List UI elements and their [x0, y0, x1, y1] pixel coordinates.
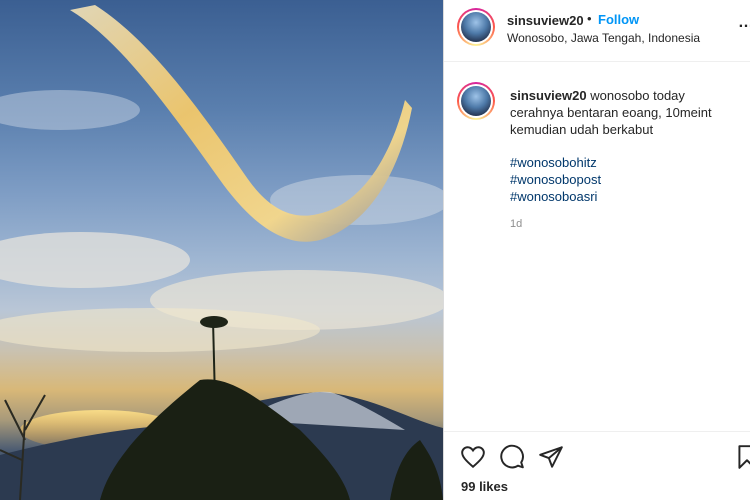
post-caption: sinsuview20 wonosobo today cerahnya bent…: [510, 87, 730, 138]
bookmark-icon[interactable]: [734, 444, 750, 470]
username-link[interactable]: sinsuview20: [507, 13, 584, 28]
panel-divider: [443, 0, 444, 500]
follow-button[interactable]: Follow: [598, 12, 639, 27]
heart-icon[interactable]: [460, 444, 486, 470]
hashtag-link[interactable]: #wonosoboasri: [510, 188, 601, 205]
caption-avatar[interactable]: [457, 82, 495, 120]
likes-count[interactable]: 99 likes: [461, 479, 508, 494]
hashtag-link[interactable]: #wonosobohitz: [510, 154, 601, 171]
post-photo[interactable]: [0, 0, 443, 500]
sky-scene-illustration: [0, 5, 443, 500]
post-header: sinsuview20 • Follow Wonosobo, Jawa Teng…: [444, 0, 750, 62]
action-bar: 99 likes: [444, 431, 750, 500]
location-link[interactable]: Wonosobo, Jawa Tengah, Indonesia: [507, 31, 700, 45]
more-dots-icon[interactable]: …: [738, 14, 750, 32]
separator-dot: •: [587, 11, 592, 26]
hashtag-link[interactable]: #wonosobopost: [510, 171, 601, 188]
avatar[interactable]: [457, 8, 495, 46]
send-icon[interactable]: [538, 444, 564, 470]
comment-icon[interactable]: [499, 444, 525, 470]
caption-username-link[interactable]: sinsuview20: [510, 88, 587, 103]
post-timestamp[interactable]: 1d: [510, 218, 522, 230]
hashtag-list: #wonosobohitz #wonosobopost #wonosoboasr…: [510, 154, 601, 205]
